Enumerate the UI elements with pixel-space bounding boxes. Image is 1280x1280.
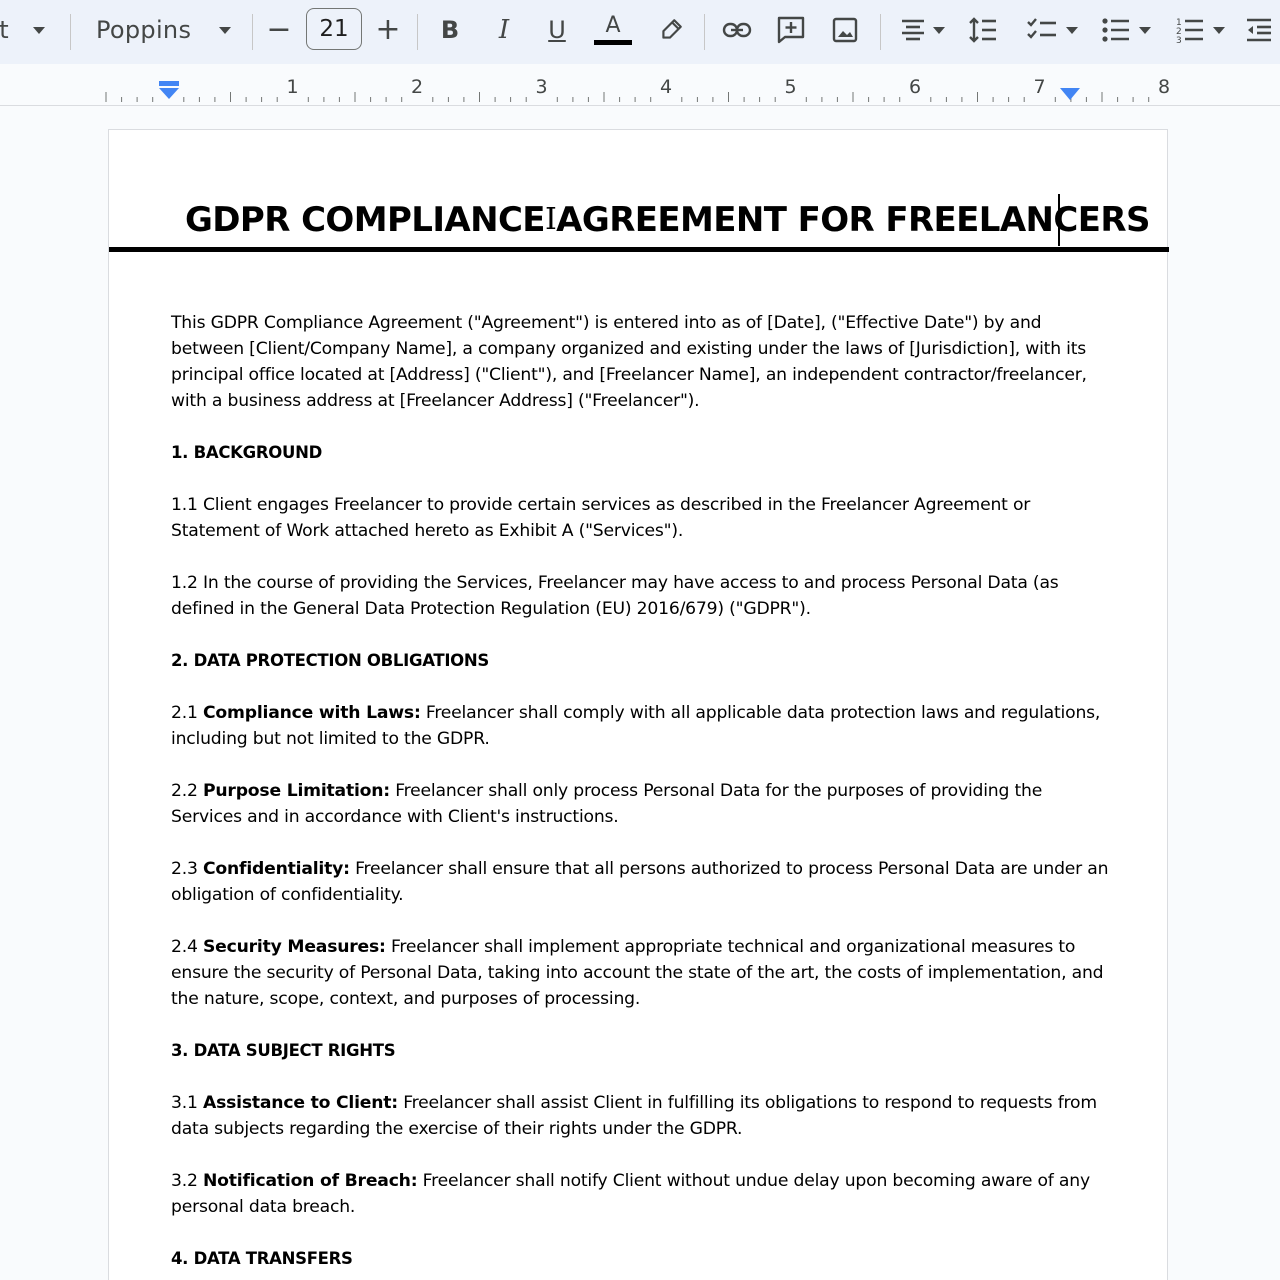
toolbar: t Poppins − 21 + B I U A 1 2 3 bbox=[0, 0, 1280, 64]
image-icon bbox=[832, 17, 858, 43]
clause-number: 3.1 bbox=[171, 1093, 203, 1113]
numbered-list-icon: 1 2 3 bbox=[1176, 18, 1203, 44]
decrease-font-size-button[interactable]: − bbox=[262, 10, 296, 50]
ibeam-cursor-icon: I bbox=[545, 202, 557, 237]
toolbar-divider bbox=[704, 14, 705, 50]
checklist-icon bbox=[1027, 18, 1056, 39]
line-spacing-icon bbox=[969, 17, 996, 43]
clause-lead: Confidentiality: bbox=[203, 859, 350, 879]
intro-paragraph[interactable]: This GDPR Compliance Agreement ("Agreeme… bbox=[171, 310, 1111, 414]
italic-button[interactable]: I bbox=[487, 10, 521, 50]
ruler-number: 4 bbox=[659, 76, 673, 98]
ruler-number: 2 bbox=[410, 76, 424, 98]
left-indent-marker-icon[interactable] bbox=[157, 81, 181, 101]
chevron-down-icon bbox=[1139, 26, 1151, 34]
clause-number: 3.2 bbox=[171, 1171, 203, 1191]
text-color-icon: A bbox=[605, 13, 621, 38]
clause-2-2[interactable]: 2.2 Purpose Limitation: Freelancer shall… bbox=[171, 778, 1111, 830]
bold-button[interactable]: B bbox=[433, 10, 467, 50]
clause-number: 2.1 bbox=[171, 703, 203, 723]
italic-icon: I bbox=[498, 15, 510, 45]
section-heading-data-transfers[interactable]: 4. DATA TRANSFERS bbox=[171, 1246, 1111, 1272]
bold-icon: B bbox=[440, 16, 460, 44]
toolbar-divider bbox=[252, 14, 253, 50]
line-spacing-button[interactable] bbox=[964, 10, 1002, 50]
clause-1-1[interactable]: 1.1 Client engages Freelancer to provide… bbox=[171, 492, 1111, 544]
ruler-ticks bbox=[105, 92, 1150, 102]
add-comment-button[interactable] bbox=[772, 10, 810, 50]
toolbar-divider bbox=[70, 14, 71, 50]
insert-link-button[interactable] bbox=[718, 10, 756, 50]
bulleted-list-dropdown[interactable] bbox=[1094, 10, 1158, 50]
clause-3-2[interactable]: 3.2 Notification of Breach: Freelancer s… bbox=[171, 1168, 1111, 1220]
document-title[interactable]: GDPR COMPLIANCE AGREEMENT FOR FREELANCER… bbox=[185, 200, 1150, 240]
section-heading-data-subject-rights[interactable]: 3. DATA SUBJECT RIGHTS bbox=[171, 1038, 1111, 1064]
text-cursor bbox=[1058, 194, 1060, 246]
chevron-down-icon bbox=[1213, 26, 1225, 34]
clause-lead: Security Measures: bbox=[203, 937, 386, 957]
underline-button[interactable]: U bbox=[540, 10, 574, 50]
section-heading-data-protection[interactable]: 2. DATA PROTECTION OBLIGATIONS bbox=[171, 648, 1111, 674]
highlight-color-button[interactable] bbox=[654, 10, 688, 50]
clause-lead: Assistance to Client: bbox=[203, 1093, 398, 1113]
title-horizontal-rule bbox=[109, 247, 1169, 252]
increase-font-size-button[interactable]: + bbox=[370, 10, 406, 50]
document-body[interactable]: This GDPR Compliance Agreement ("Agreeme… bbox=[171, 310, 1111, 1280]
clause-2-3[interactable]: 2.3 Confidentiality: Freelancer shall en… bbox=[171, 856, 1111, 908]
minus-icon: − bbox=[266, 12, 292, 47]
clause-number: 2.3 bbox=[171, 859, 203, 879]
plus-icon: + bbox=[375, 12, 401, 47]
decrease-indent-button[interactable] bbox=[1242, 10, 1276, 50]
font-family-dropdown[interactable]: Poppins bbox=[84, 10, 244, 50]
chevron-down-icon bbox=[219, 26, 232, 34]
section-heading-background[interactable]: 1. BACKGROUND bbox=[171, 440, 1111, 466]
clause-lead: Purpose Limitation: bbox=[203, 781, 390, 801]
link-icon bbox=[722, 22, 752, 38]
ruler-number: 3 bbox=[535, 76, 548, 98]
numbered-list-dropdown[interactable]: 1 2 3 bbox=[1168, 10, 1232, 50]
clause-number: 2.4 bbox=[171, 937, 203, 957]
chevron-down-icon[interactable] bbox=[28, 10, 50, 50]
text-color-swatch bbox=[594, 40, 632, 45]
clause-number: 2.2 bbox=[171, 781, 203, 801]
font-family-label: Poppins bbox=[96, 16, 192, 44]
chevron-down-icon bbox=[1066, 26, 1078, 34]
ruler-number: 8 bbox=[1157, 76, 1171, 98]
align-dropdown[interactable] bbox=[893, 10, 951, 50]
chevron-down-icon bbox=[933, 26, 945, 34]
clause-3-1[interactable]: 3.1 Assistance to Client: Freelancer sha… bbox=[171, 1090, 1111, 1142]
text-color-button[interactable]: A bbox=[592, 10, 634, 50]
highlighter-icon bbox=[662, 19, 682, 39]
add-comment-icon bbox=[777, 16, 805, 44]
ruler-number: 6 bbox=[908, 76, 922, 98]
decrease-indent-icon bbox=[1247, 18, 1271, 42]
font-size-input[interactable]: 21 bbox=[306, 8, 362, 50]
right-indent-marker-icon[interactable] bbox=[1058, 88, 1082, 102]
checklist-dropdown[interactable] bbox=[1020, 10, 1084, 50]
ruler-number: 7 bbox=[1033, 76, 1046, 98]
clause-2-1[interactable]: 2.1 Compliance with Laws: Freelancer sha… bbox=[171, 700, 1111, 752]
svg-text:3: 3 bbox=[1176, 36, 1182, 44]
toolbar-divider bbox=[880, 14, 881, 50]
bulleted-list-icon bbox=[1102, 18, 1129, 42]
toolbar-divider bbox=[417, 14, 418, 50]
clause-lead: Compliance with Laws: bbox=[203, 703, 421, 723]
document-page[interactable]: GDPR COMPLIANCE AGREEMENT FOR FREELANCER… bbox=[108, 129, 1169, 1280]
ruler[interactable]: 1 2 3 4 5 6 7 8 bbox=[0, 64, 1280, 106]
ruler-number: 1 bbox=[286, 76, 299, 98]
align-center-icon bbox=[902, 19, 924, 41]
clause-lead: Notification of Breach: bbox=[203, 1171, 418, 1191]
clause-1-2[interactable]: 1.2 In the course of providing the Servi… bbox=[171, 570, 1111, 622]
ruler-number: 5 bbox=[784, 76, 797, 98]
insert-image-button[interactable] bbox=[826, 10, 864, 50]
underline-icon: U bbox=[548, 16, 566, 44]
style-dropdown-partial[interactable]: t bbox=[0, 10, 12, 50]
clause-2-4[interactable]: 2.4 Security Measures: Freelancer shall … bbox=[171, 934, 1111, 1012]
